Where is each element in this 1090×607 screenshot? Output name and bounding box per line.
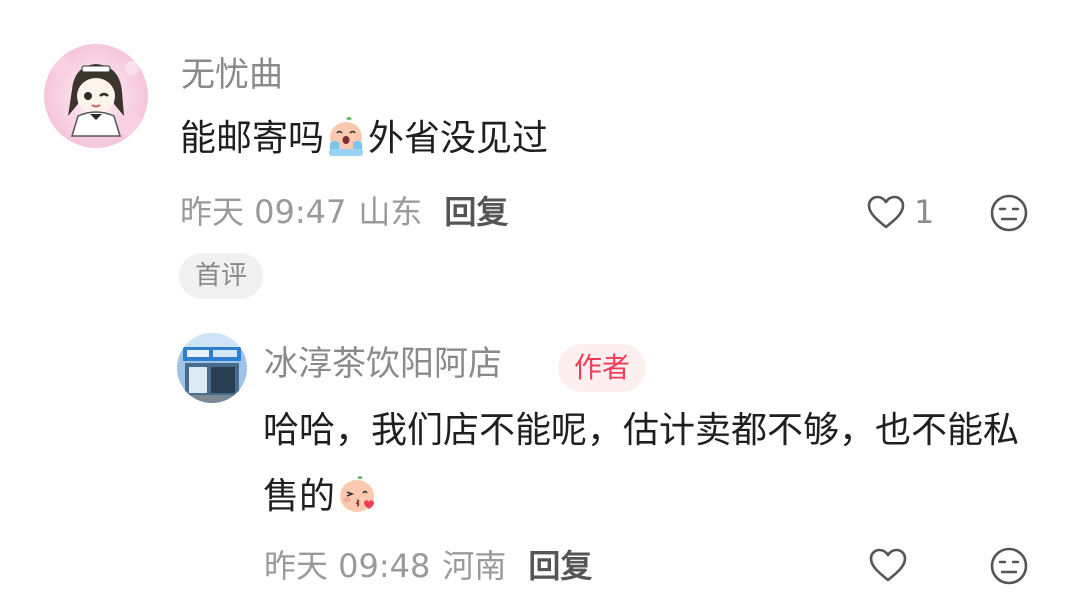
- neutral-face-icon: [990, 547, 1028, 585]
- dislike-button[interactable]: [989, 193, 1029, 233]
- comment-text-part2: 外省没见过: [368, 118, 549, 159]
- comment-meta: 昨天 09:47 山东 回复: [180, 196, 508, 228]
- comment-time: 昨天 09:47: [180, 193, 347, 231]
- first-comment-badge: 首评: [179, 253, 264, 299]
- reply-avatar[interactable]: [177, 333, 247, 403]
- like-button[interactable]: 1: [866, 193, 934, 231]
- comment-text: 能邮寄吗 外省没见过: [180, 106, 1020, 172]
- like-count: 1: [914, 193, 935, 231]
- heart-icon: [867, 195, 905, 229]
- reply-username[interactable]: 冰淳茶饮阳阿店: [264, 347, 502, 381]
- reply-location: 河南: [442, 547, 507, 585]
- reply-meta: 昨天 09:48 河南 回复: [264, 550, 592, 582]
- reply-like-button[interactable]: [868, 547, 908, 583]
- reply-dislike-button[interactable]: [989, 546, 1029, 586]
- avatar[interactable]: [44, 44, 148, 148]
- comment-username[interactable]: 无忧曲: [181, 58, 283, 92]
- reply-time: 昨天 09:48: [264, 547, 431, 585]
- comment-text-part1: 能邮寄吗: [180, 118, 325, 159]
- kiss-emoji-icon: [336, 473, 378, 515]
- reply-button[interactable]: 回复: [444, 196, 508, 228]
- reply-reply-button[interactable]: 回复: [528, 550, 592, 582]
- heart-icon: [869, 548, 907, 582]
- author-badge: 作者: [558, 344, 647, 392]
- neutral-face-icon: [990, 194, 1028, 232]
- crying-emoji-icon: [325, 115, 367, 157]
- reply-text: 哈哈，我们店不能呢，估计卖都不够，也不能私售的: [263, 398, 1043, 530]
- comment-location: 山东: [358, 193, 423, 231]
